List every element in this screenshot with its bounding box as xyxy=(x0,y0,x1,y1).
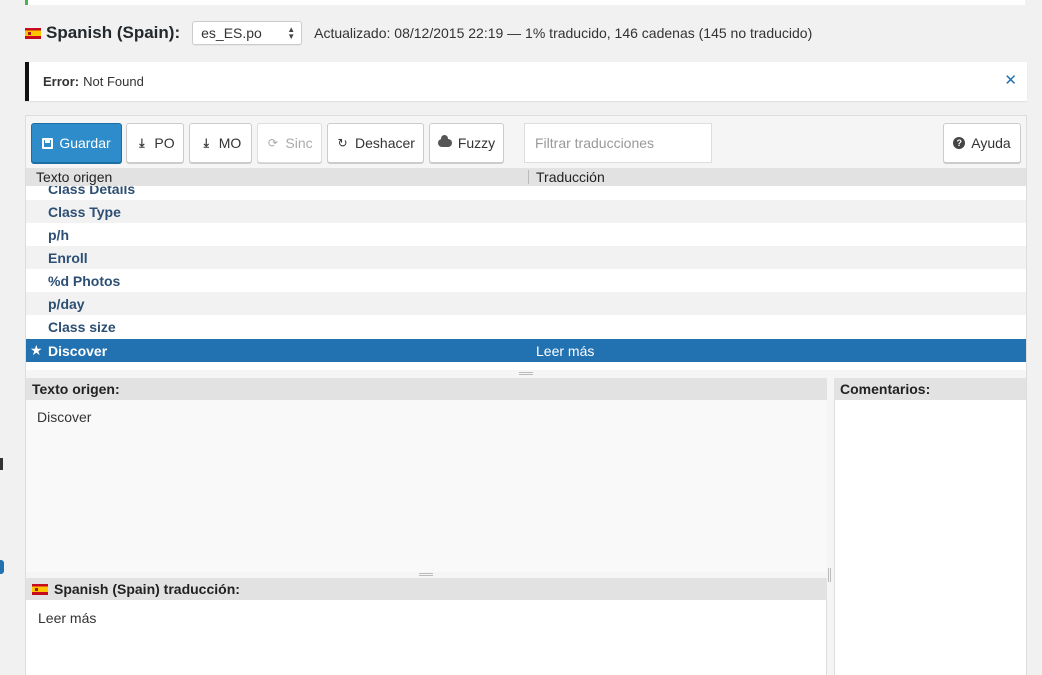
comments-textarea[interactable] xyxy=(834,400,1026,675)
mo-button-label: MO xyxy=(218,135,242,151)
edge-mark-active xyxy=(0,560,4,574)
string-list[interactable]: Class Details Class Type p/h Enroll %d P… xyxy=(26,186,1026,370)
undo-button[interactable]: ↻ Deshacer xyxy=(327,123,424,163)
vertical-splitter[interactable] xyxy=(827,378,834,675)
notice-label: Error: xyxy=(43,74,80,89)
admin-left-edge xyxy=(0,0,4,675)
translation-pane-title: Spanish (Spain) traducción: xyxy=(54,581,240,597)
spain-flag-icon xyxy=(32,583,48,595)
sync-button-label: Sinc xyxy=(285,135,313,151)
translation-pane-header: Spanish (Spain) traducción: xyxy=(26,578,827,600)
row-source: Class size xyxy=(48,319,116,335)
save-button-label: Guardar xyxy=(59,135,111,151)
grip-icon xyxy=(828,568,831,582)
fuzzy-button-label: Fuzzy xyxy=(457,135,496,151)
file-status: Actualizado: 08/12/2015 22:19 — 1% tradu… xyxy=(314,25,813,41)
save-button[interactable]: Guardar xyxy=(31,123,122,163)
list-item-selected[interactable]: ★ Discover Leer más xyxy=(26,339,1026,362)
cloud-icon xyxy=(437,135,452,147)
help-button-label: Ayuda xyxy=(971,135,1011,151)
source-text: Discover xyxy=(26,400,827,572)
comments-pane-title: Comentarios: xyxy=(840,381,931,397)
notice-message: Not Found xyxy=(83,74,144,89)
list-item[interactable]: p/h xyxy=(26,223,1026,246)
list-item[interactable]: %d Photos xyxy=(26,269,1026,292)
locale-select[interactable]: es_ES.po ▲ ▼ xyxy=(192,21,303,45)
row-source: Enroll xyxy=(48,250,88,266)
column-source[interactable]: Texto origen xyxy=(36,169,112,185)
filter-input[interactable] xyxy=(524,123,712,163)
download-mo-button[interactable]: ⤓ MO xyxy=(189,123,252,163)
grip-icon xyxy=(419,573,433,576)
sync-button[interactable]: ⟳ Sinc xyxy=(257,123,322,163)
star-icon: ★ xyxy=(30,342,43,358)
select-arrows-icon: ▲ ▼ xyxy=(287,25,296,41)
translation-textarea[interactable]: Leer más xyxy=(26,600,827,675)
column-translation[interactable]: Traducción xyxy=(536,169,605,185)
row-source: p/h xyxy=(48,227,69,243)
source-pane-header: Texto origen: xyxy=(26,378,827,400)
row-source: Discover xyxy=(48,343,108,359)
list-header: Texto origen Traducción xyxy=(26,168,1026,186)
editor-toolbar: Guardar ⤓ PO ⤓ MO ⟳ Sinc ↻ Deshacer Fuzz… xyxy=(26,116,1026,168)
edge-mark xyxy=(0,458,3,470)
row-source: %d Photos xyxy=(48,273,121,289)
error-notice: Error: Not Found ✕ xyxy=(25,62,1027,101)
list-item[interactable]: Class Details xyxy=(26,186,1026,200)
row-source: Class Type xyxy=(48,204,121,220)
horizontal-splitter[interactable] xyxy=(26,370,1026,378)
sync-icon: ⟳ xyxy=(267,136,278,150)
close-icon[interactable]: ✕ xyxy=(1004,71,1017,89)
floppy-disk-icon xyxy=(42,137,54,149)
grip-icon xyxy=(519,372,533,375)
download-icon: ⤓ xyxy=(203,135,209,150)
top-accent-bar xyxy=(25,0,1025,5)
row-translation: Leer más xyxy=(536,343,595,359)
po-editor: Guardar ⤓ PO ⤓ MO ⟳ Sinc ↻ Deshacer Fuzz… xyxy=(25,115,1027,675)
comments-pane-header: Comentarios: xyxy=(834,378,1026,400)
row-source: p/day xyxy=(48,296,85,312)
list-item[interactable]: Class size xyxy=(26,315,1026,338)
help-icon: ? xyxy=(953,137,966,149)
download-icon: ⤓ xyxy=(139,135,145,150)
language-title: Spanish (Spain): xyxy=(46,23,181,42)
undo-icon: ↻ xyxy=(337,136,348,150)
list-item[interactable]: Enroll xyxy=(26,246,1026,269)
list-item[interactable]: p/day xyxy=(26,292,1026,315)
file-header: Spanish (Spain): es_ES.po ▲ ▼ Actualizado… xyxy=(25,18,812,48)
source-pane-title: Texto origen: xyxy=(32,381,120,397)
locale-select-value: es_ES.po xyxy=(201,25,262,41)
column-resizer[interactable] xyxy=(528,170,529,184)
row-source: Class Details xyxy=(48,186,136,197)
fuzzy-button[interactable]: Fuzzy xyxy=(429,123,504,163)
undo-button-label: Deshacer xyxy=(355,135,415,151)
list-item[interactable]: Class Type xyxy=(26,200,1026,223)
help-button[interactable]: ? Ayuda xyxy=(943,123,1021,163)
download-po-button[interactable]: ⤓ PO xyxy=(126,123,184,163)
po-button-label: PO xyxy=(154,135,175,151)
spain-flag-icon xyxy=(25,27,41,39)
